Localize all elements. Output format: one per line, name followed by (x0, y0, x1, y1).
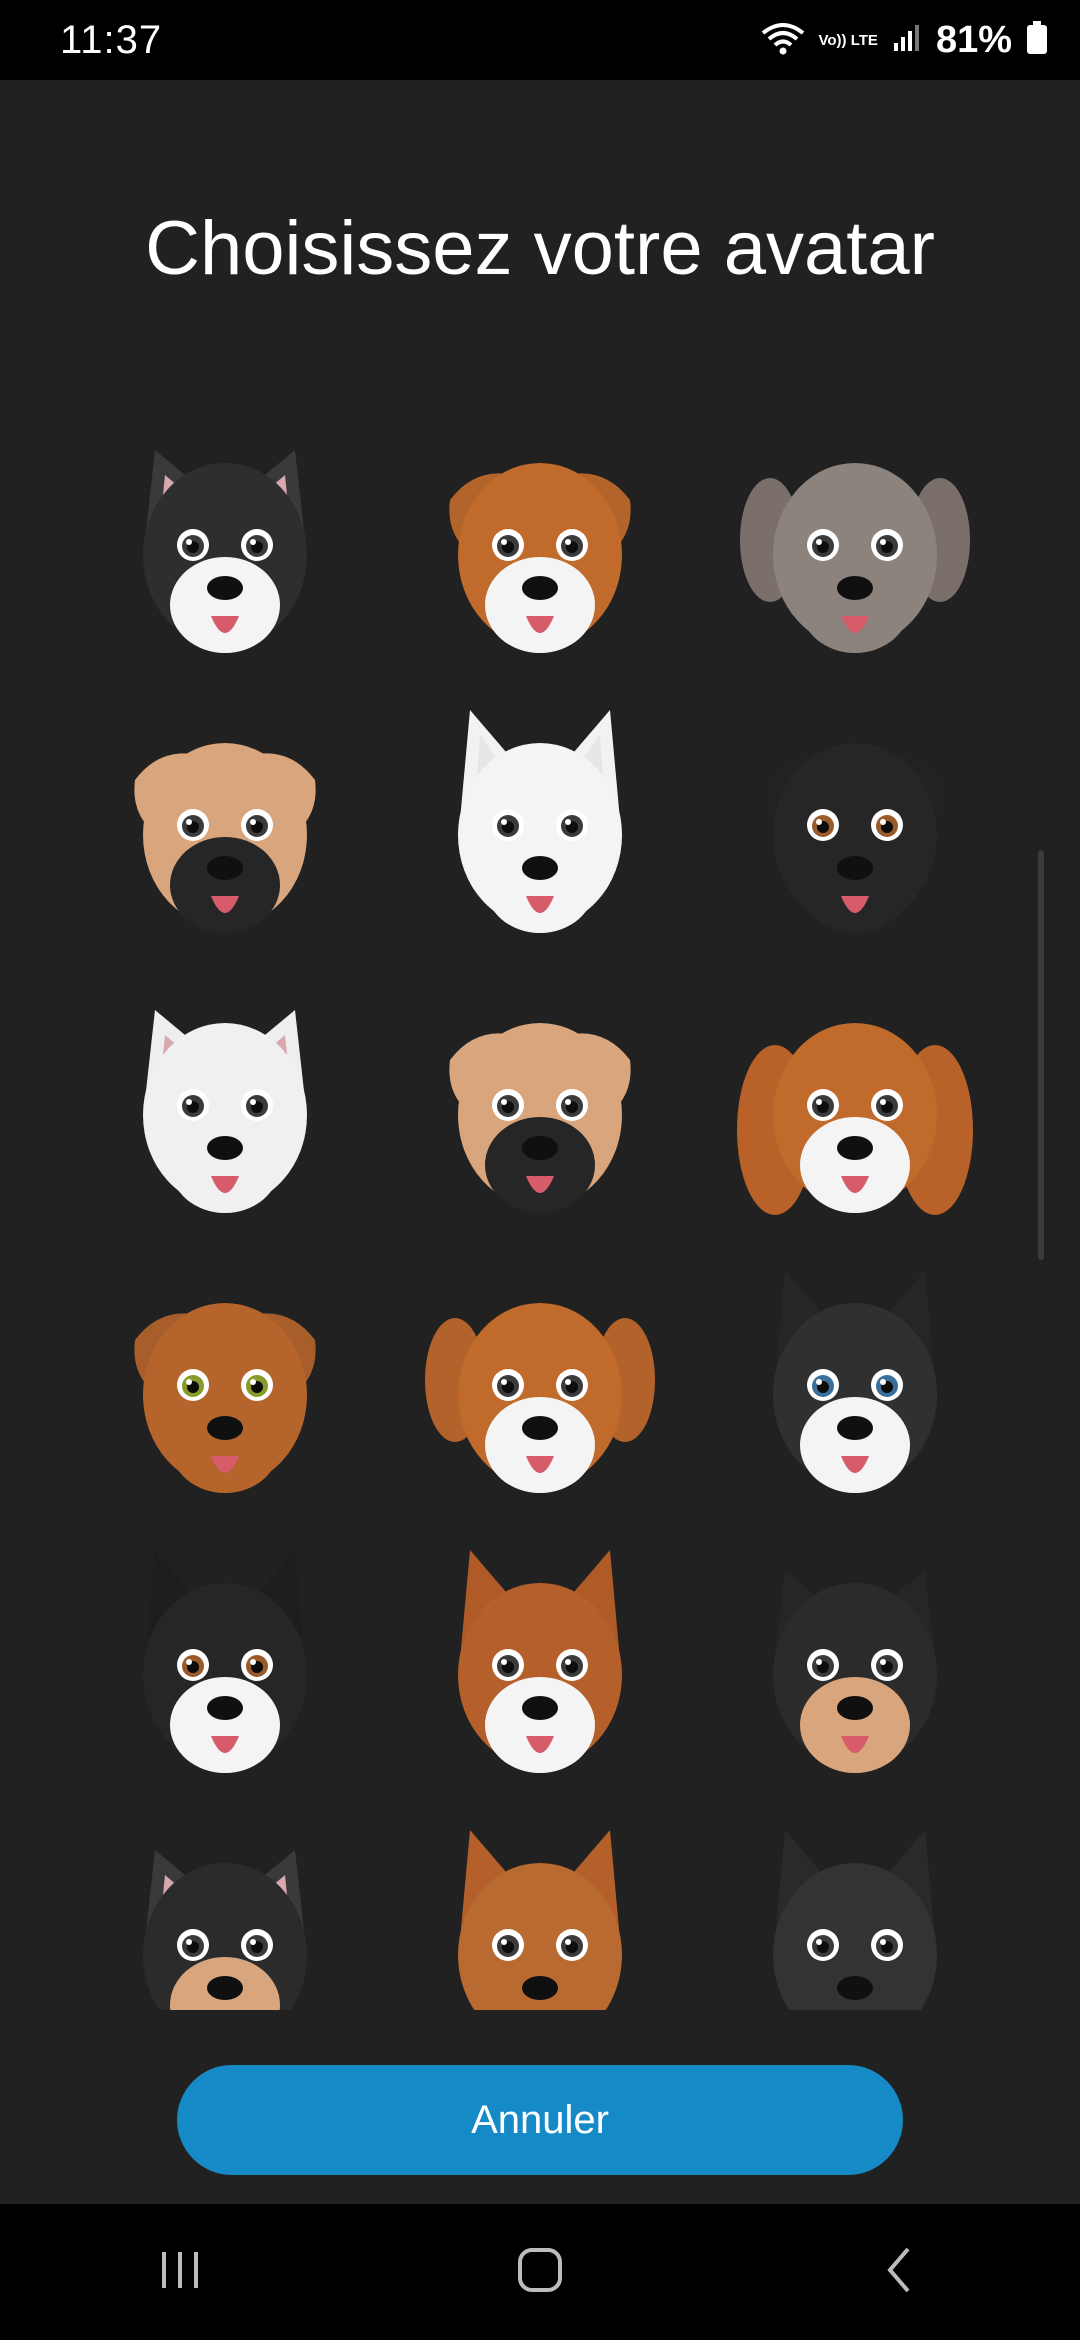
dog-avatar-image (448, 1023, 631, 1213)
avatar-cavalier-king-charles[interactable] (697, 970, 1012, 1250)
avatar-husky-blue-eyes[interactable] (697, 1250, 1012, 1530)
dog-avatar-image (772, 1270, 937, 1493)
avatar-picker-screen: Choisissez votre avatar Annuler (0, 80, 1080, 2204)
dog-avatar-image (133, 743, 316, 933)
scrollbar[interactable] (1038, 850, 1044, 1260)
avatar-yorkshire-terrier[interactable] (697, 1530, 1012, 1810)
status-time: 11:37 (60, 17, 163, 62)
recents-button[interactable] (120, 2222, 240, 2322)
status-bar: 11:37 Vo)) LTE 81% (0, 0, 1080, 80)
avatar-chihuahua-black-tan[interactable] (67, 1810, 382, 2010)
avatar-grid-scroll[interactable] (0, 410, 1080, 2010)
avatar-boxer-fawn[interactable] (382, 410, 697, 690)
home-icon (515, 2245, 565, 2300)
status-icons: Vo)) LTE 81% (761, 19, 1049, 62)
avatar-bull-terrier-white[interactable] (382, 690, 697, 970)
avatar-beagle-brown[interactable] (382, 1250, 697, 1530)
battery-percent: 81% (935, 18, 1012, 61)
dog-avatar-image (739, 463, 970, 653)
avatar-french-bulldog-black[interactable] (67, 410, 382, 690)
page-title: Choisissez votre avatar (145, 206, 935, 291)
dog-avatar-image (424, 1303, 655, 1493)
dog-avatar-image (763, 743, 946, 933)
home-button[interactable] (480, 2222, 600, 2322)
battery-icon (1026, 20, 1048, 60)
recents-icon (156, 2248, 204, 2297)
avatar-malamute-black[interactable] (67, 1530, 382, 1810)
dog-avatar-image (142, 1850, 307, 2010)
avatar-westie-white[interactable] (67, 970, 382, 1250)
avatar-boxer-black-mask-2[interactable] (382, 970, 697, 1250)
dog-avatar-image (457, 710, 622, 933)
dog-avatar-image (448, 463, 631, 653)
avatar-grid (0, 410, 1080, 2010)
avatar-shiba-red[interactable] (382, 1530, 697, 1810)
wifi-icon (761, 21, 805, 60)
avatar-black-labrador[interactable] (697, 690, 1012, 970)
dog-avatar-image (142, 1010, 307, 1213)
navigation-bar (0, 2204, 1080, 2340)
avatar-weimaraner-grey[interactable] (697, 410, 1012, 690)
back-button[interactable] (840, 2222, 960, 2322)
avatar-german-shepherd-red[interactable] (382, 1810, 697, 2010)
avatar-schnauzer-black[interactable] (697, 1810, 1012, 2010)
dog-avatar-image (142, 1550, 307, 1773)
dog-avatar-image (736, 1023, 973, 1215)
cancel-button[interactable]: Annuler (177, 2065, 903, 2175)
signal-icon (892, 23, 922, 58)
back-icon (880, 2245, 920, 2300)
volte-badge: Vo)) LTE (818, 31, 878, 49)
dog-avatar-image (772, 1830, 937, 2010)
avatar-brown-labrador[interactable] (67, 1250, 382, 1530)
dog-avatar-image (133, 1303, 316, 1493)
avatar-boxer-black-mask[interactable] (67, 690, 382, 970)
dog-avatar-image (457, 1550, 622, 1773)
dog-avatar-image (142, 450, 307, 653)
dog-avatar-image (772, 1570, 937, 1773)
dog-avatar-image (457, 1830, 622, 2010)
